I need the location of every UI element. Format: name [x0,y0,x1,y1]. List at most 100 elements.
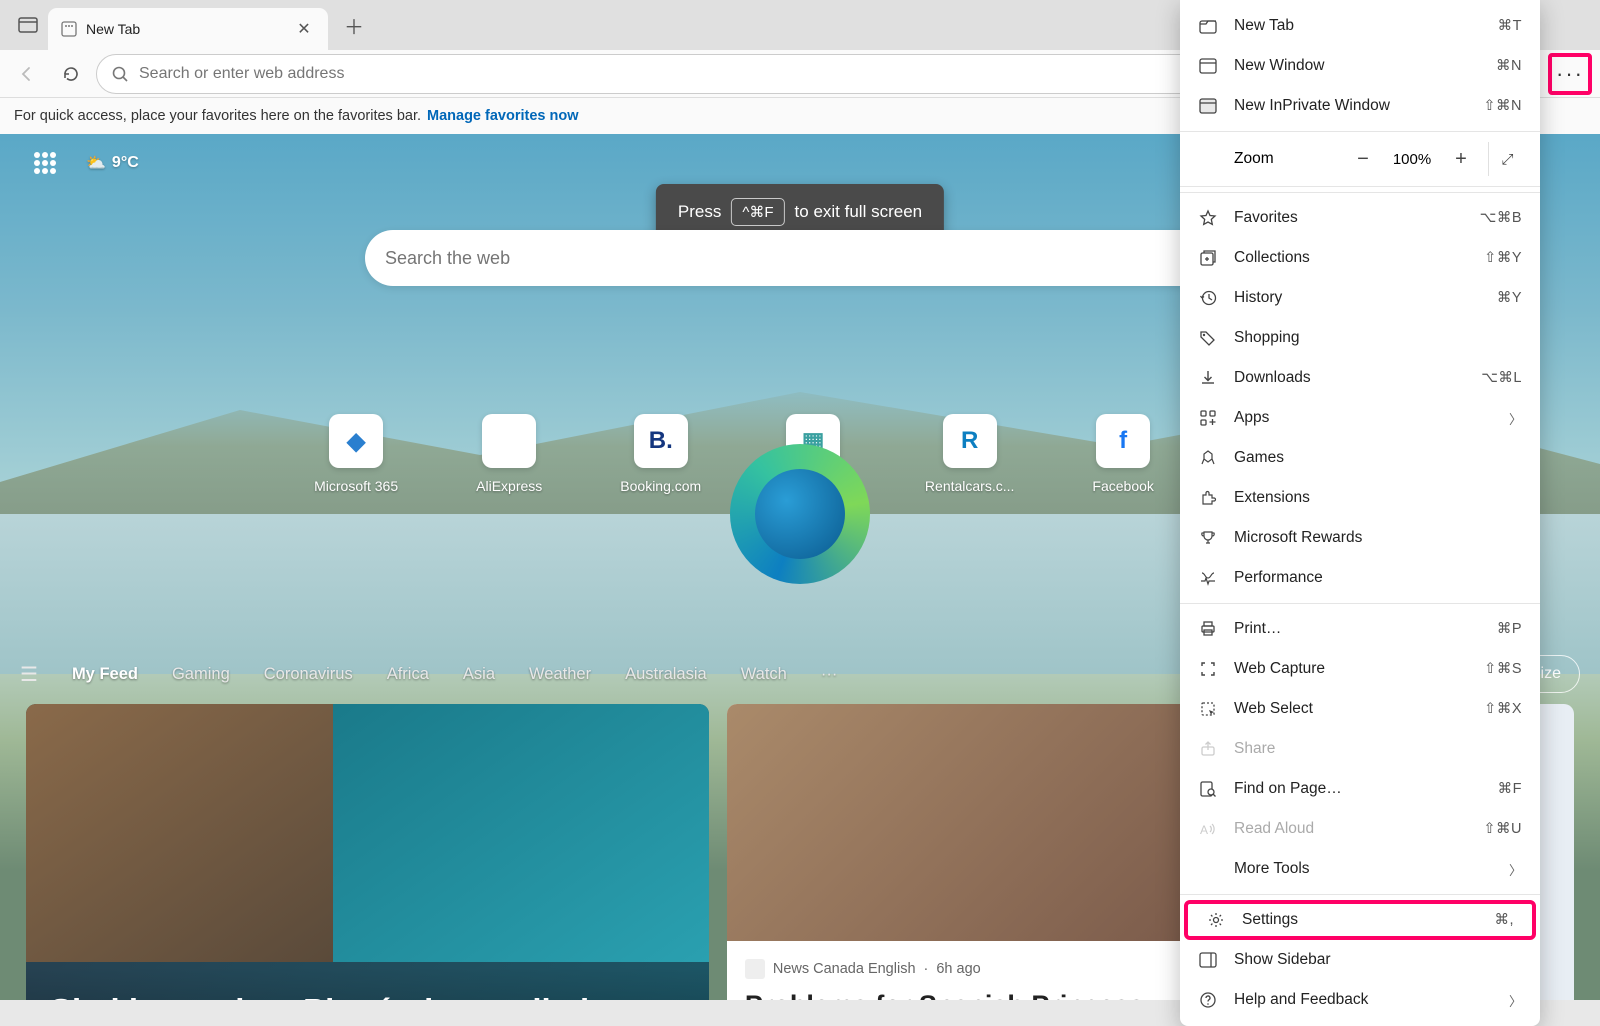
feed-cat-weather[interactable]: Weather [529,665,591,684]
gear-icon [1206,911,1226,929]
feed-more[interactable]: ··· [821,665,837,684]
menu-shortcut: ⇧⌘Y [1484,250,1522,266]
capture-icon [1198,660,1218,678]
search-icon [111,65,129,83]
games-icon [1198,449,1218,467]
feed-menu-icon[interactable]: ☰ [20,662,38,687]
menu-item-collections[interactable]: Collections ⇧⌘Y [1180,238,1540,278]
feed-cat-coronavirus[interactable]: Coronavirus [264,665,353,684]
menu-item-label: History [1234,289,1481,307]
menu-item-favorites[interactable]: Favorites ⌥⌘B [1180,198,1540,238]
menu-item-label: New Tab [1234,17,1482,35]
back-button[interactable] [8,55,46,93]
new-tab-button[interactable]: ＋ [336,7,372,43]
menu-item-shopping[interactable]: Shopping [1180,318,1540,358]
manage-favorites-link[interactable]: Manage favorites now [427,108,578,124]
menu-item-web-capture[interactable]: Web Capture ⇧⌘S [1180,649,1540,689]
menu-item-help[interactable]: Help and Feedback 〉 [1180,980,1540,1020]
menu-item-label: Print… [1234,620,1481,638]
tile-label: Rentalcars.c... [925,478,1014,494]
menu-item-performance[interactable]: Performance [1180,558,1540,598]
chevron-right-icon: 〉 [1509,409,1522,428]
menu-item-new-window[interactable]: New Window ⌘N [1180,46,1540,86]
feed-cat-my-feed[interactable]: My Feed [72,665,138,684]
quick-link-2[interactable]: B.Booking.com [620,414,701,494]
zoom-out-button[interactable]: − [1342,142,1384,176]
menu-item-label: More Tools [1234,860,1493,878]
news-card-1[interactable]: Shakira against Piqué: the retaliation c… [26,704,709,1000]
menu-shortcut: ⌘F [1498,781,1522,797]
zoom-value: 100% [1384,151,1440,168]
ntp-search-input[interactable] [385,248,1188,269]
ntp-topbar: ⛅ 9°C [34,152,139,174]
news-card-1-headline: Shakira against Piqué: the retaliation c… [50,991,685,1000]
news-card-2-source: News Canada English [773,961,916,977]
tile-icon [482,414,536,468]
quick-link-0[interactable]: ◆Microsoft 365 [314,414,398,494]
feed-cat-africa[interactable]: Africa [387,665,429,684]
tab-close-button[interactable]: ✕ [292,17,316,41]
menu-item-share: Share [1180,729,1540,769]
menu-item-label: Favorites [1234,209,1464,227]
window-icon [1198,58,1218,74]
menu-item-label: Shopping [1234,329,1522,347]
app-menu: New Tab ⌘T New Window ⌘N New InPrivate W… [1180,0,1540,1026]
menu-item-read-aloud: A Read Aloud ⇧⌘U [1180,809,1540,849]
menu-item-find[interactable]: Find on Page… ⌘F [1180,769,1540,809]
menu-item-history[interactable]: History ⌘Y [1180,278,1540,318]
quick-link-1[interactable]: AliExpress [476,414,542,494]
menu-item-label: Games [1234,449,1522,467]
menu-zoom-row: Zoom − 100% + ⤢ [1180,137,1540,181]
svg-text:A: A [1200,823,1208,837]
ntp-search-box[interactable]: 🎤 [365,230,1235,286]
menu-item-rewards[interactable]: Microsoft Rewards [1180,518,1540,558]
menu-item-settings[interactable]: Settings ⌘, [1184,900,1536,940]
menu-item-label: Show Sidebar [1234,951,1522,969]
menu-item-new-tab[interactable]: New Tab ⌘T [1180,6,1540,46]
feed-cat-asia[interactable]: Asia [463,665,495,684]
apps-icon [1198,409,1218,427]
menu-item-show-sidebar[interactable]: Show Sidebar [1180,940,1540,980]
quick-link-5[interactable]: fFacebook [1092,414,1153,494]
quick-link-4[interactable]: RRentalcars.c... [925,414,1014,494]
favorites-hint: For quick access, place your favorites h… [14,108,421,124]
print-icon [1198,620,1218,638]
tab-overview-button[interactable] [8,7,48,43]
fs-hint-post: to exit full screen [795,202,923,222]
fs-hint-key: ^⌘F [731,198,784,226]
find-icon [1198,780,1218,798]
zoom-in-button[interactable]: + [1440,142,1482,176]
menu-item-print[interactable]: Print… ⌘P [1180,609,1540,649]
feed-cat-australasia[interactable]: Australasia [625,665,707,684]
weather-widget[interactable]: ⛅ 9°C [86,153,139,173]
menu-item-label: Extensions [1234,489,1522,507]
fullscreen-toggle[interactable]: ⤢ [1488,142,1526,176]
app-launcher-icon[interactable] [34,152,56,174]
history-icon [1198,289,1218,307]
menu-item-extensions[interactable]: Extensions [1180,478,1540,518]
tile-icon: ◆ [329,414,383,468]
news-card-2[interactable]: News Canada English · 6h ago Problems fo… [727,704,1215,1000]
news-card-2-headline: Problems for Spanish Princess Leonor? [745,989,1197,1001]
chevron-right-icon: 〉 [1509,860,1522,879]
feed-cat-gaming[interactable]: Gaming [172,665,230,684]
tab-icon [1198,18,1218,34]
menu-item-label: Find on Page… [1234,780,1482,798]
refresh-button[interactable] [52,55,90,93]
menu-item-more-tools[interactable]: More Tools 〉 [1180,849,1540,889]
star-icon [1198,209,1218,227]
menu-item-label: Share [1234,740,1522,758]
menu-item-apps[interactable]: Apps 〉 [1180,398,1540,438]
menu-item-label: Microsoft Rewards [1234,529,1522,547]
menu-item-label: Settings [1242,911,1478,929]
browser-tab-active[interactable]: New Tab ✕ [48,8,328,50]
menu-item-new-inprivate[interactable]: New InPrivate Window ⇧⌘N [1180,86,1540,126]
menu-item-games[interactable]: Games [1180,438,1540,478]
menu-item-downloads[interactable]: Downloads ⌥⌘L [1180,358,1540,398]
menu-item-label: Collections [1234,249,1468,267]
menu-shortcut: ⇧⌘U [1483,821,1522,837]
app-menu-button[interactable]: ··· [1548,53,1592,95]
share-icon [1198,740,1218,758]
menu-item-web-select[interactable]: Web Select ⇧⌘X [1180,689,1540,729]
feed-cat-watch[interactable]: Watch [741,665,787,684]
